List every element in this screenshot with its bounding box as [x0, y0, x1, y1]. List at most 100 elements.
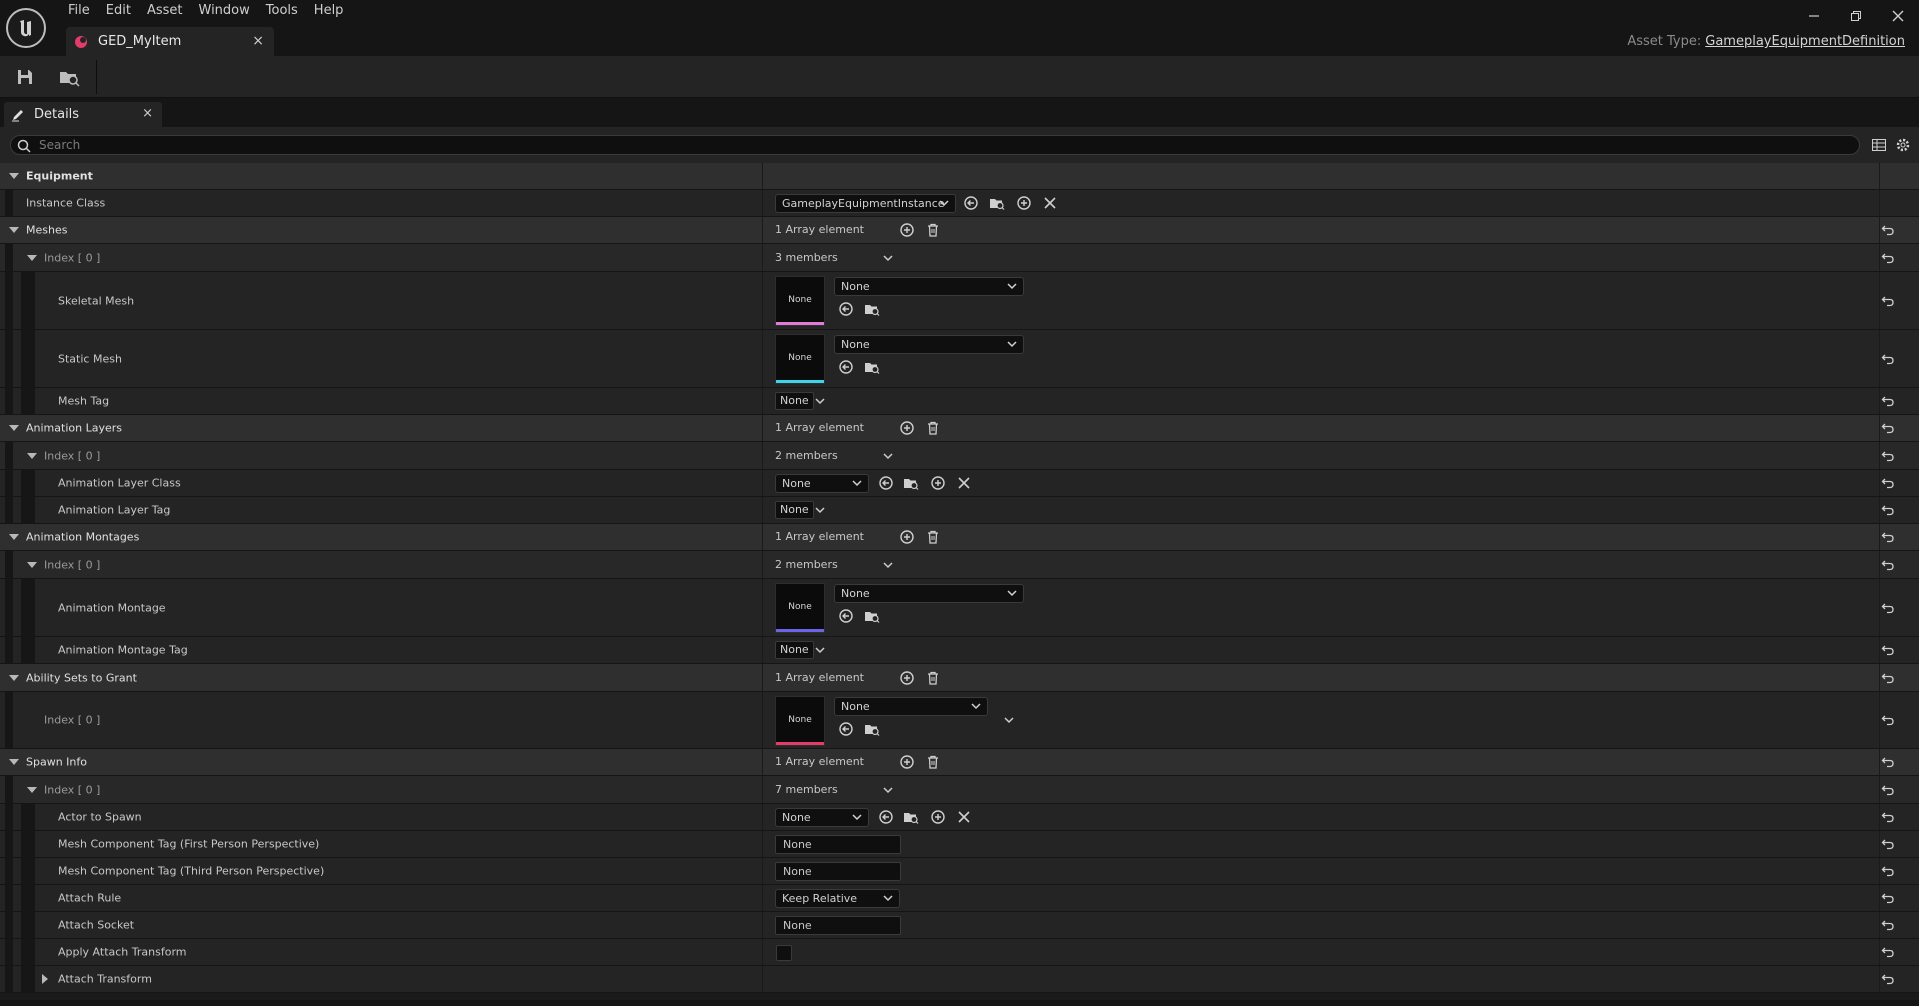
attach-rule-dropdown[interactable]: Keep Relative: [775, 889, 900, 908]
add-new-icon[interactable]: [930, 475, 946, 491]
use-selected-icon[interactable]: [838, 301, 854, 317]
reset-to-default-icon[interactable]: [1881, 394, 1895, 408]
delete-all-icon[interactable]: [925, 420, 941, 436]
add-element-icon[interactable]: [899, 420, 915, 436]
details-tab[interactable]: Details ×: [4, 102, 162, 127]
document-tab[interactable]: GED_MyItem ×: [66, 27, 274, 56]
minimize-icon[interactable]: [1793, 0, 1835, 32]
property-ability-sets-to-grant[interactable]: Ability Sets to Grant 1 Array element: [0, 664, 1919, 692]
delete-all-icon[interactable]: [925, 222, 941, 238]
browse-icon[interactable]: [989, 195, 1005, 211]
menu-window[interactable]: Window: [191, 0, 258, 22]
delete-all-icon[interactable]: [925, 529, 941, 545]
use-selected-icon[interactable]: [838, 359, 854, 375]
reset-to-default-icon[interactable]: [1881, 755, 1895, 769]
menu-help[interactable]: Help: [306, 0, 352, 22]
animation-montage-tag-selector[interactable]: None: [775, 641, 814, 659]
animation-layer-class-dropdown[interactable]: None: [775, 474, 869, 493]
asset-type-link[interactable]: GameplayEquipmentDefinition: [1705, 34, 1905, 49]
actor-to-spawn-dropdown[interactable]: None: [775, 808, 869, 827]
ability-set-picker[interactable]: None: [834, 697, 988, 716]
property-spawn-info-index-0[interactable]: Index [ 0 ] 7 members: [0, 776, 1919, 804]
clear-icon[interactable]: [1042, 195, 1058, 211]
add-new-icon[interactable]: [1016, 195, 1032, 211]
chevron-down-icon[interactable]: [815, 507, 825, 514]
browse-to-asset-icon[interactable]: [56, 65, 82, 89]
reset-to-default-icon[interactable]: [1881, 421, 1895, 435]
use-selected-icon[interactable]: [878, 475, 894, 491]
reset-to-default-icon[interactable]: [1881, 945, 1895, 959]
use-selected-icon[interactable]: [878, 809, 894, 825]
add-element-icon[interactable]: [899, 222, 915, 238]
delete-all-icon[interactable]: [925, 670, 941, 686]
asset-thumbnail[interactable]: None: [775, 276, 825, 326]
menu-edit[interactable]: Edit: [98, 0, 139, 22]
chevron-down-icon[interactable]: [883, 453, 893, 460]
reset-to-default-icon[interactable]: [1881, 251, 1895, 265]
use-selected-icon[interactable]: [963, 195, 979, 211]
expand-arrow-icon[interactable]: [27, 452, 37, 459]
property-animation-montages-index-0[interactable]: Index [ 0 ] 2 members: [0, 551, 1919, 579]
property-meshes-index-0[interactable]: Index [ 0 ] 3 members: [0, 244, 1919, 272]
add-element-icon[interactable]: [899, 670, 915, 686]
browse-icon[interactable]: [864, 721, 880, 737]
reset-to-default-icon[interactable]: [1881, 352, 1895, 366]
browse-icon[interactable]: [903, 809, 919, 825]
reset-to-default-icon[interactable]: [1881, 601, 1895, 615]
reset-to-default-icon[interactable]: [1881, 503, 1895, 517]
menu-file[interactable]: File: [60, 0, 98, 22]
expand-arrow-icon[interactable]: [9, 759, 19, 765]
property-attach-transform[interactable]: Attach Transform: [0, 966, 1919, 993]
reset-to-default-icon[interactable]: [1881, 449, 1895, 463]
reset-to-default-icon[interactable]: [1881, 837, 1895, 851]
reset-to-default-icon[interactable]: [1881, 671, 1895, 685]
settings-gear-icon[interactable]: [1895, 137, 1911, 153]
reset-to-default-icon[interactable]: [1881, 294, 1895, 308]
apply-attach-transform-checkbox[interactable]: [776, 945, 792, 961]
property-spawn-info[interactable]: Spawn Info 1 Array element: [0, 749, 1919, 776]
mesh-tag-selector[interactable]: None: [775, 392, 814, 410]
delete-all-icon[interactable]: [925, 754, 941, 770]
animation-montage-picker[interactable]: None: [834, 584, 1024, 603]
expand-arrow-icon[interactable]: [27, 254, 37, 261]
category-equipment[interactable]: Equipment: [0, 163, 1919, 190]
property-animation-layers-index-0[interactable]: Index [ 0 ] 2 members: [0, 442, 1919, 470]
asset-thumbnail[interactable]: None: [775, 696, 825, 746]
reset-to-default-icon[interactable]: [1881, 864, 1895, 878]
add-new-icon[interactable]: [930, 809, 946, 825]
restore-icon[interactable]: [1835, 0, 1877, 32]
reset-to-default-icon[interactable]: [1881, 558, 1895, 572]
search-input[interactable]: [39, 137, 1839, 153]
expand-arrow-icon[interactable]: [42, 974, 48, 984]
reset-to-default-icon[interactable]: [1881, 891, 1895, 905]
browse-icon[interactable]: [903, 475, 919, 491]
property-matrix-icon[interactable]: [1871, 137, 1887, 153]
reset-to-default-icon[interactable]: [1881, 918, 1895, 932]
mesh-tag-fp-input[interactable]: None: [775, 835, 901, 854]
use-selected-icon[interactable]: [838, 608, 854, 624]
chevron-down-icon[interactable]: [883, 562, 893, 569]
reset-to-default-icon[interactable]: [1881, 713, 1895, 727]
clear-icon[interactable]: [956, 475, 972, 491]
expand-arrow-icon[interactable]: [9, 227, 19, 233]
details-tab-close-icon[interactable]: ×: [142, 106, 153, 121]
property-meshes[interactable]: Meshes 1 Array element: [0, 217, 1919, 244]
reset-to-default-icon[interactable]: [1881, 223, 1895, 237]
attach-socket-input[interactable]: None: [775, 916, 901, 935]
expand-arrow-icon[interactable]: [9, 674, 19, 681]
save-icon[interactable]: [12, 65, 38, 89]
asset-thumbnail[interactable]: None: [775, 334, 825, 384]
expand-arrow-icon[interactable]: [27, 786, 37, 793]
reset-to-default-icon[interactable]: [1881, 783, 1895, 797]
clear-icon[interactable]: [956, 809, 972, 825]
chevron-down-icon[interactable]: [1004, 717, 1014, 724]
expand-arrow-icon[interactable]: [9, 173, 19, 179]
expand-arrow-icon[interactable]: [9, 425, 19, 431]
menu-tools[interactable]: Tools: [258, 0, 306, 22]
reset-to-default-icon[interactable]: [1881, 476, 1895, 490]
static-mesh-picker[interactable]: None: [834, 335, 1024, 354]
reset-to-default-icon[interactable]: [1881, 530, 1895, 544]
close-window-icon[interactable]: [1877, 0, 1919, 32]
mesh-tag-tp-input[interactable]: None: [775, 862, 901, 881]
property-animation-layers[interactable]: Animation Layers 1 Array element: [0, 415, 1919, 442]
